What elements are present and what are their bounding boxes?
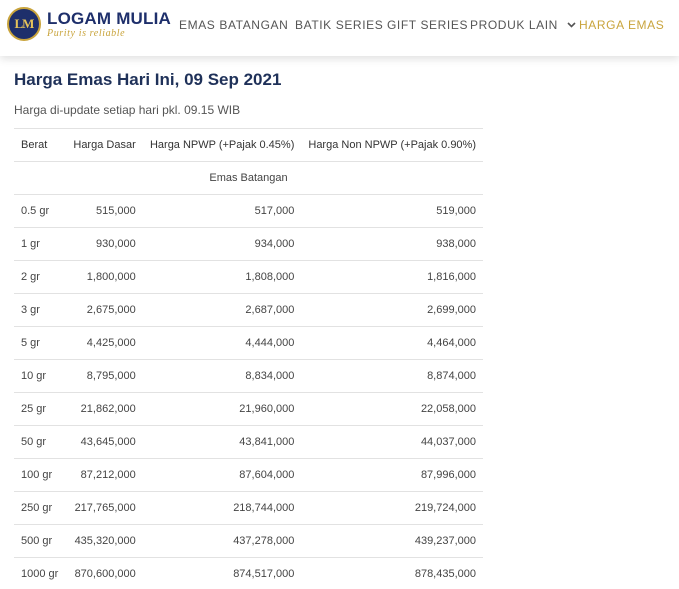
update-note: Harga di-update setiap hari pkl. 09.15 W…: [14, 103, 241, 117]
cell-harga-non-npwp: 1,816,000: [301, 260, 483, 294]
cell-harga-dasar: 4,425,000: [65, 326, 143, 360]
cell-harga-npwp: 21,960,000: [142, 392, 302, 426]
nav-item-label: BATIK SERIES: [295, 18, 384, 32]
cell-harga-non-npwp: 2,699,000: [301, 293, 483, 327]
nav-item-label: GIFT SERIES: [387, 18, 469, 32]
cell-berat: 500 gr: [14, 524, 66, 558]
cell-berat: 5 gr: [14, 326, 66, 360]
page-title: Harga Emas Hari Ini, 09 Sep 2021: [14, 70, 282, 89]
cell-harga-npwp: 4,444,000: [142, 326, 302, 360]
chevron-down-icon: [567, 22, 576, 28]
cell-berat: 250 gr: [14, 491, 66, 525]
cell-harga-non-npwp: 878,435,000: [301, 557, 483, 589]
cell-harga-npwp: 2,687,000: [142, 293, 302, 327]
logo[interactable]: LM LOGAM MULIA Purity is reliable: [7, 7, 171, 41]
gold-price-table: Berat Harga Dasar Harga NPWP (+Pajak 0.4…: [14, 128, 483, 589]
table-body: Emas Batangan 0.5 gr 515,000 517,000 519,00…: [14, 161, 483, 589]
cell-harga-dasar: 2,675,000: [65, 293, 143, 327]
cell-harga-non-npwp: 44,037,000: [301, 425, 483, 459]
cell-harga-dasar: 217,765,000: [65, 491, 143, 525]
cell-harga-npwp: 437,278,000: [142, 524, 302, 558]
cell-harga-npwp: 517,000: [142, 194, 302, 228]
section-label: Emas Batangan: [14, 161, 483, 195]
cell-berat: 2 gr: [14, 260, 66, 294]
table-row: 25 gr 21,862,000 21,960,000 22,058,000: [14, 392, 483, 426]
cell-harga-npwp: 8,834,000: [142, 359, 302, 393]
site-header: LM LOGAM MULIA Purity is reliable EMAS B…: [0, 0, 679, 56]
cell-harga-npwp: 43,841,000: [142, 425, 302, 459]
cell-harga-dasar: 8,795,000: [65, 359, 143, 393]
table-section-row: Emas Batangan: [14, 161, 483, 195]
cell-harga-dasar: 930,000: [65, 227, 143, 261]
cell-harga-non-npwp: 938,000: [301, 227, 483, 261]
table-row: 1000 gr 870,600,000 874,517,000 878,435,000: [14, 557, 483, 589]
col-header-harga-non-npwp: Harga Non NPWP (+Pajak 0.90%): [301, 128, 483, 162]
cell-berat: 0.5 gr: [14, 194, 66, 228]
col-header-harga-npwp: Harga NPWP (+Pajak 0.45%): [142, 128, 302, 162]
cell-harga-dasar: 1,800,000: [65, 260, 143, 294]
logo-badge-text: LM: [14, 16, 35, 31]
cell-harga-dasar: 21,862,000: [65, 392, 143, 426]
cell-harga-npwp: 218,744,000: [142, 491, 302, 525]
nav-item-label: EMAS BATANGAN: [179, 18, 289, 32]
cell-harga-npwp: 1,808,000: [142, 260, 302, 294]
logo-badge-icon: LM: [7, 7, 41, 41]
cell-harga-npwp: 87,604,000: [142, 458, 302, 492]
table-row: 50 gr 43,645,000 43,841,000 44,037,000: [14, 425, 483, 459]
cell-harga-non-npwp: 519,000: [301, 194, 483, 228]
nav-item-gift-series[interactable]: GIFT SERIES: [387, 18, 468, 32]
table-row: 250 gr 217,765,000 218,744,000 219,724,000: [14, 491, 483, 525]
cell-harga-non-npwp: 219,724,000: [301, 491, 483, 525]
nav-item-batik-series[interactable]: BATIK SERIES: [295, 18, 383, 32]
col-header-harga-dasar: Harga Dasar: [65, 128, 143, 162]
nav-item-harga-emas[interactable]: HARGA EMAS: [579, 18, 664, 32]
cell-harga-npwp: 934,000: [142, 227, 302, 261]
brand-tagline: Purity is reliable: [47, 27, 126, 39]
nav-item-label: HARGA EMAS: [579, 18, 665, 32]
nav-item-emas-batangan[interactable]: EMAS BATANGAN: [179, 18, 288, 32]
cell-harga-non-npwp: 439,237,000: [301, 524, 483, 558]
cell-berat: 3 gr: [14, 293, 66, 327]
table-row: 0.5 gr 515,000 517,000 519,000: [14, 194, 483, 228]
cell-harga-non-npwp: 87,996,000: [301, 458, 483, 492]
cell-harga-non-npwp: 4,464,000: [301, 326, 483, 360]
nav-item-label: PRODUK LAIN: [470, 18, 558, 32]
cell-harga-dasar: 43,645,000: [65, 425, 143, 459]
cell-harga-dasar: 515,000: [65, 194, 143, 228]
cell-harga-dasar: 435,320,000: [65, 524, 143, 558]
cell-berat: 10 gr: [14, 359, 66, 393]
cell-harga-npwp: 874,517,000: [142, 557, 302, 589]
cell-harga-non-npwp: 22,058,000: [301, 392, 483, 426]
cell-berat: 100 gr: [14, 458, 66, 492]
cell-harga-non-npwp: 8,874,000: [301, 359, 483, 393]
col-header-berat: Berat: [14, 128, 66, 162]
cell-berat: 50 gr: [14, 425, 66, 459]
table-row: 500 gr 435,320,000 437,278,000 439,237,000: [14, 524, 483, 558]
table-row: 10 gr 8,795,000 8,834,000 8,874,000: [14, 359, 483, 393]
table-row: 2 gr 1,800,000 1,808,000 1,816,000: [14, 260, 483, 294]
table-row: 1 gr 930,000 934,000 938,000: [14, 227, 483, 261]
cell-berat: 1 gr: [14, 227, 66, 261]
nav-item-produk-lain[interactable]: PRODUK LAIN: [470, 18, 576, 32]
table-row: 3 gr 2,675,000 2,687,000 2,699,000: [14, 293, 483, 327]
cell-berat: 1000 gr: [14, 557, 66, 589]
table-row: 5 gr 4,425,000 4,444,000 4,464,000: [14, 326, 483, 360]
table-header-row: Berat Harga Dasar Harga NPWP (+Pajak 0.4…: [14, 128, 483, 162]
cell-harga-dasar: 870,600,000: [65, 557, 143, 589]
cell-harga-dasar: 87,212,000: [65, 458, 143, 492]
cell-berat: 25 gr: [14, 392, 66, 426]
logo-text: LOGAM MULIA Purity is reliable: [47, 10, 171, 39]
brand-name: LOGAM MULIA: [47, 8, 172, 28]
table-row: 100 gr 87,212,000 87,604,000 87,996,000: [14, 458, 483, 492]
